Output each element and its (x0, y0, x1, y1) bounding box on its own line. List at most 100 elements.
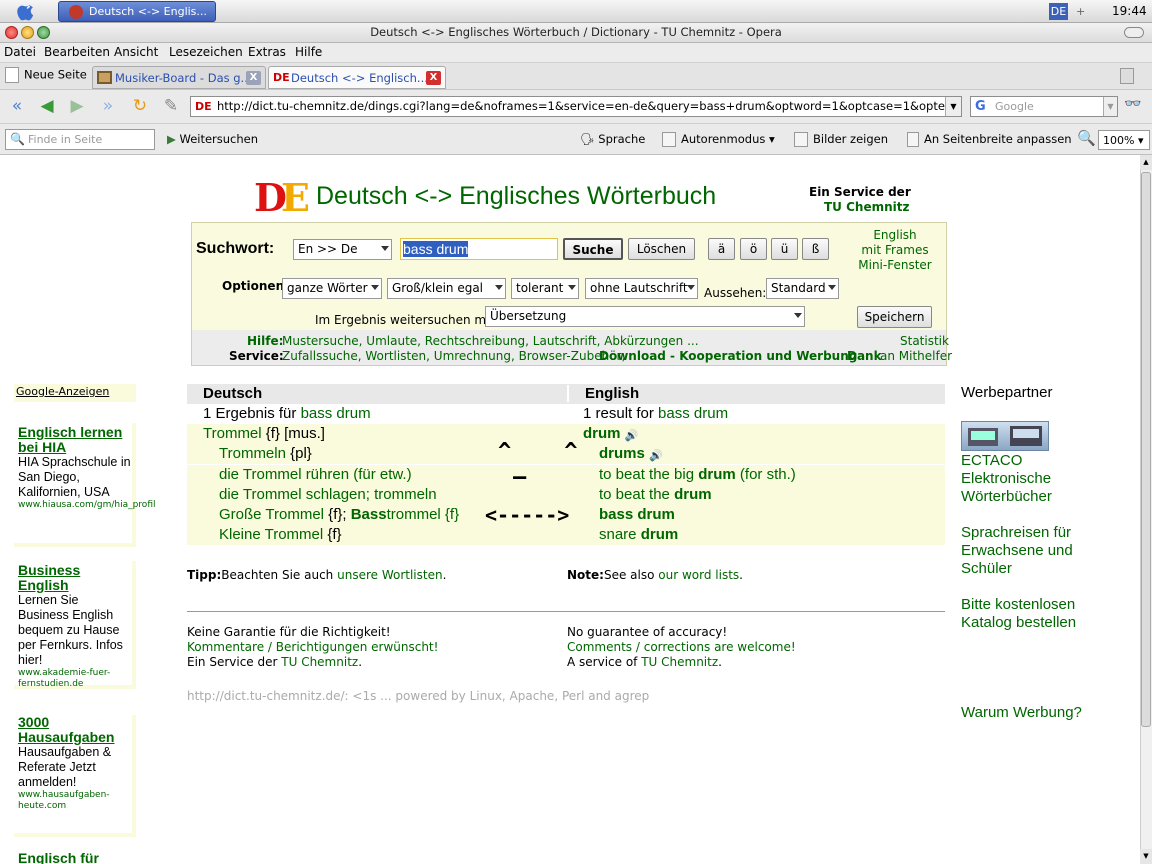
look-select[interactable]: Standard (766, 278, 839, 299)
direction-select[interactable]: En >> De (293, 239, 392, 260)
reload-icon[interactable]: ↻ (129, 96, 151, 116)
refine-select[interactable]: Übersetzung (485, 306, 805, 327)
count-en-query[interactable]: bass drum (658, 405, 728, 422)
entry-de-main[interactable]: Trommeln (219, 445, 286, 462)
frames-link[interactable]: mit Frames (848, 243, 942, 258)
entry-en-main[interactable]: drum (641, 526, 679, 543)
back-icon[interactable]: ◀ (36, 96, 58, 116)
count-de-query[interactable]: bass drum (301, 405, 371, 422)
mini-window-link[interactable]: Mini-Fenster (848, 258, 942, 273)
word-lists-link-en[interactable]: our word lists (658, 568, 739, 582)
scrollbar-thumb[interactable] (1141, 172, 1151, 727)
edit-icon[interactable]: ✎ (160, 96, 182, 116)
entry-en-main[interactable]: bass drum (599, 506, 675, 523)
entry-de-main[interactable]: Kleine Trommel (219, 526, 323, 543)
toolbar-toggle-icon[interactable] (1124, 27, 1144, 38)
insert-oe-button[interactable]: ö (740, 238, 767, 260)
ad-url[interactable]: www.akademie-fuer-fernstudien.de (18, 668, 132, 690)
entry-en-main[interactable]: drums (599, 445, 645, 462)
service-links[interactable]: Zufallssuche, Wortlisten, Umrechnung, Br… (282, 349, 625, 363)
minimize-window-icon[interactable] (21, 26, 34, 39)
ad-url[interactable]: www.hiausa.com/gm/hia_profil (18, 500, 155, 511)
word-lists-link-de[interactable]: unsere Wortlisten (337, 568, 442, 582)
rewind-icon[interactable]: « (6, 96, 28, 116)
save-button[interactable]: Speichern (857, 306, 932, 328)
zoom-select[interactable]: 100% ▾ (1098, 130, 1150, 150)
footer-de-tu-link[interactable]: TU Chemnitz (281, 655, 358, 669)
tolerance-option-select[interactable]: tolerant (511, 278, 579, 299)
help-links[interactable]: Mustersuche, Umlaute, Rechtschreibung, L… (282, 334, 699, 348)
speaker-icon[interactable]: 🔊 (649, 449, 663, 462)
ad-title[interactable]: Business English (18, 563, 132, 593)
tu-chemnitz-link[interactable]: TU Chemnitz (824, 200, 909, 214)
bluetooth-icon[interactable]: + (1076, 5, 1085, 18)
ad-url[interactable]: www.hausaufgaben-heute.com (18, 790, 132, 812)
search-engine-field[interactable]: G Google ▼ (970, 96, 1118, 117)
menu-extras[interactable]: Extras (248, 45, 286, 59)
show-images-button[interactable]: Bilder zeigen (794, 132, 888, 147)
close-window-icon[interactable] (5, 26, 18, 39)
statistics-link[interactable]: Statistik (900, 334, 949, 348)
entry-de-main[interactable]: Große Trommel (219, 506, 324, 523)
entry-de-tail[interactable]: trommel {f} (387, 506, 460, 523)
menu-datei[interactable]: Datei (4, 45, 36, 59)
trash-icon[interactable] (1120, 68, 1134, 84)
apple-icon[interactable] (16, 2, 38, 21)
taskbar-opera-button[interactable]: Deutsch <-> Englis... (58, 1, 216, 22)
scroll-up-icon[interactable]: ▲ (1140, 155, 1152, 170)
footer-en-comments-link[interactable]: Comments / corrections are welcome! (567, 640, 796, 655)
forward-icon[interactable]: ▶ (66, 96, 88, 116)
menu-hilfe[interactable]: Hilfe (295, 45, 322, 59)
close-tab-icon[interactable]: X (426, 71, 441, 85)
menu-ansicht[interactable]: Ansicht (114, 45, 158, 59)
entry-en-main[interactable]: drum (698, 466, 736, 483)
view-glasses-icon[interactable]: 👓 (1124, 96, 1150, 118)
search-button[interactable]: Suche (563, 238, 623, 260)
ad-item[interactable]: Englisch für (14, 851, 136, 864)
entry-en-pre[interactable]: snare (599, 526, 641, 543)
search-input[interactable]: bass drum (400, 238, 558, 260)
ad-item[interactable]: 3000 Hausaufgaben Hausaufgaben & Referat… (14, 715, 136, 837)
footer-en-tu-link[interactable]: TU Chemnitz (641, 655, 718, 669)
keyboard-layout-badge[interactable]: DE (1049, 3, 1068, 20)
find-in-page-input[interactable]: 🔍 Finde in Seite (5, 129, 155, 150)
insert-ue-button[interactable]: ü (771, 238, 798, 260)
entry-de-main[interactable]: die Trommel schlagen; trommeln (219, 486, 437, 503)
footer-de-comments-link[interactable]: Kommentare / Berichtigungen erwünscht! (187, 640, 438, 655)
close-tab-icon[interactable]: X (246, 71, 261, 85)
menu-bearbeiten[interactable]: Bearbeiten (44, 45, 110, 59)
catalog-link[interactable]: Bitte kostenlosen Katalog bestellen (961, 596, 1091, 632)
fit-width-button[interactable]: An Seitenbreite anpassen (907, 132, 1072, 147)
english-link[interactable]: English (848, 228, 942, 243)
ad-item[interactable]: Business English Lernen Sie Business Eng… (14, 561, 136, 689)
fast-forward-icon[interactable]: » (97, 96, 119, 116)
why-ads-link[interactable]: Warum Werbung? (961, 704, 1121, 722)
entry-de-main[interactable]: Trommel (203, 425, 262, 442)
new-page-button[interactable]: Neue Seite (5, 67, 87, 83)
tab-musiker-board[interactable]: Musiker-Board - Das g... X (92, 66, 266, 89)
tab-dictionary[interactable]: DE Deutsch <-> Englisch... X (268, 66, 446, 89)
search-engine-dropdown-icon[interactable]: ▼ (1103, 97, 1117, 116)
ectaco-link[interactable]: ECTACO Elektronische Wörterbücher (961, 452, 1071, 506)
menu-lesezeichen[interactable]: Lesezeichen (169, 45, 243, 59)
entry-en-main[interactable]: drum (583, 425, 621, 442)
language-trips-link[interactable]: Sprachreisen für Erwachsene und Schüler (961, 524, 1091, 578)
ad-item[interactable]: Englisch lernen bei HIA HIA Sprachschule… (14, 423, 155, 547)
clear-button[interactable]: Löschen (628, 238, 695, 260)
dict-logo[interactable]: DE (254, 178, 310, 218)
insert-ae-button[interactable]: ä (708, 238, 735, 260)
ad-title[interactable]: Englisch lernen bei HIA (18, 425, 132, 455)
download-link[interactable]: Download - Kooperation und Werbung (599, 349, 857, 363)
entry-en-main[interactable]: drum (674, 486, 712, 503)
word-option-select[interactable]: ganze Wörter (282, 278, 382, 299)
ad-title[interactable]: 3000 Hausaufgaben (18, 715, 132, 745)
language-button[interactable]: 🗣 Sprache (580, 132, 645, 146)
speaker-icon[interactable]: 🔊 (625, 429, 639, 442)
entry-de-main[interactable]: die Trommel rühren (für etw.) (219, 466, 412, 483)
ad-title[interactable]: Englisch für (18, 851, 136, 864)
entry-en-pre[interactable]: to beat the (599, 486, 674, 503)
address-dropdown-icon[interactable]: ▼ (945, 97, 961, 116)
entry-en-pre[interactable]: to beat the big (599, 466, 698, 483)
ads-header[interactable]: Google-Anzeigen (14, 385, 109, 398)
ectaco-image[interactable] (961, 421, 1049, 451)
